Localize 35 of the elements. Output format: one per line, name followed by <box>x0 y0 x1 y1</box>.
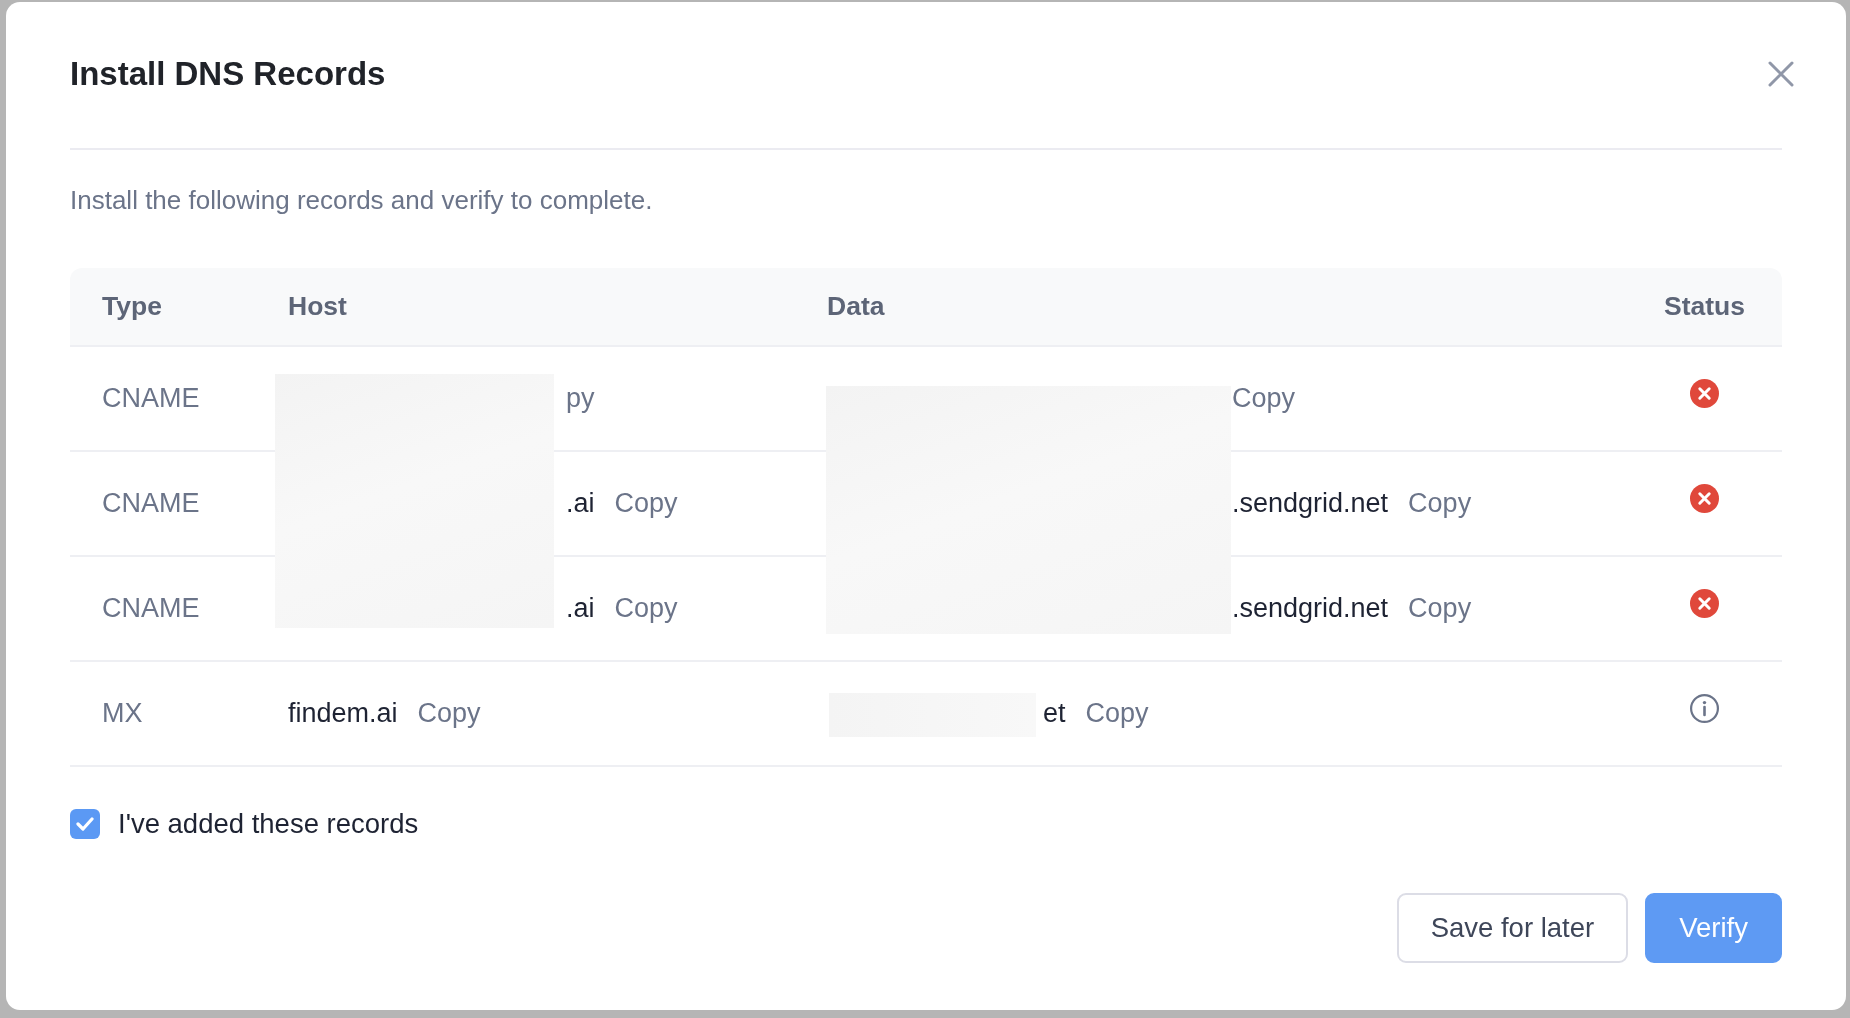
save-button[interactable]: Save for later <box>1396 893 1629 963</box>
x-circle-icon <box>1690 484 1719 513</box>
copy-link[interactable]: Copy <box>614 592 678 625</box>
record-value: .sendgrid.net <box>1232 593 1389 624</box>
checkbox-label: I've added these records <box>118 807 419 841</box>
host-name: .ai <box>566 593 595 624</box>
copy-link[interactable]: Copy <box>417 697 481 730</box>
x-circle-icon <box>1690 379 1719 408</box>
column-header: Data <box>795 268 1662 347</box>
host-name: findem.ai <box>288 698 398 729</box>
close-icon <box>1768 61 1794 87</box>
copy-link[interactable]: Copy <box>1232 382 1296 415</box>
record-value: et <box>1043 698 1066 729</box>
column-header: Status <box>1662 268 1782 347</box>
copy-link[interactable]: Copy <box>1408 592 1472 625</box>
column-header: Type <box>70 268 256 347</box>
host-name: .ai <box>566 488 595 519</box>
checkbox[interactable] <box>70 809 100 839</box>
verify-button[interactable]: Verify <box>1645 893 1782 963</box>
x-circle-icon <box>1690 589 1719 618</box>
table-cell: CNAME <box>70 557 256 662</box>
copy-link[interactable]: py <box>566 382 595 415</box>
table-cell: CNAME <box>70 347 256 452</box>
close-button[interactable] <box>1768 61 1794 87</box>
column-header: Host <box>256 268 795 347</box>
copy-link[interactable]: Copy <box>614 487 678 520</box>
copy-link[interactable]: Copy <box>1085 697 1149 730</box>
copy-link[interactable]: Copy <box>1408 487 1472 520</box>
table-cell: MX <box>70 662 256 767</box>
record-value: .sendgrid.net <box>1232 488 1389 519</box>
info-icon <box>1690 694 1719 723</box>
checkmark-icon <box>76 816 94 832</box>
dialog-title: Install DNS Records <box>70 54 386 94</box>
table-cell: CNAME <box>70 452 256 557</box>
instructions-text: Install the following records and verify to complete. <box>70 184 654 216</box>
